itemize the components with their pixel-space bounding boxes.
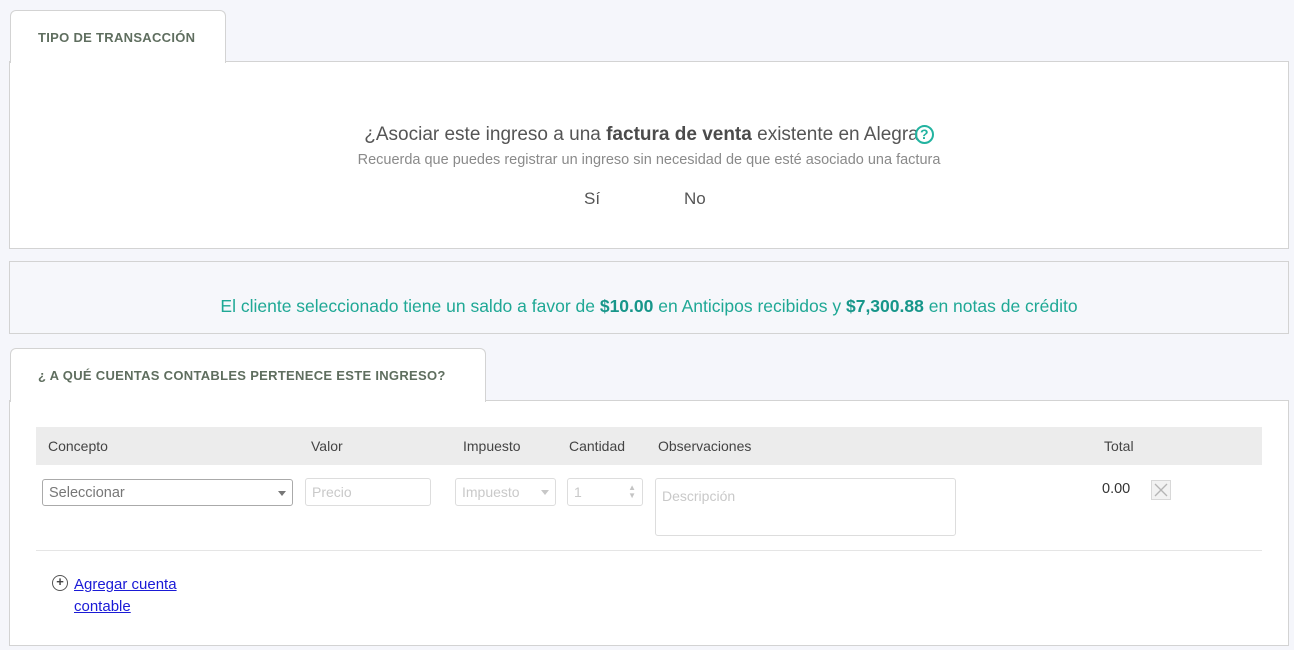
quantity-stepper[interactable]: 1 ▲ ▼ [567,478,643,506]
header-cantidad: Cantidad [569,438,626,454]
option-no[interactable]: No [684,189,706,209]
header-observaciones: Observaciones [658,438,752,454]
header-total: Total [1104,438,1134,454]
chevron-down-icon [278,491,286,496]
header-valor: Valor [311,438,343,454]
advance-balance-amount: $10.00 [599,296,654,316]
impuesto-select[interactable]: Impuesto [455,478,556,506]
tab-tipo-de-transaccion[interactable]: TIPO DE TRANSACCIÓN [10,10,226,63]
divider [36,550,1262,551]
delete-row-button[interactable] [1151,480,1171,500]
client-balance-message: El cliente seleccionado tiene un saldo a… [220,296,1078,316]
tab-cuentas-contables[interactable]: ¿ A QUÉ CUENTAS CONTABLES PERTENECE ESTE… [10,348,486,402]
association-question: ¿Asociar este ingreso a una factura de v… [10,124,1288,146]
price-input[interactable]: Precio [305,478,431,506]
tab-label: ¿ A QUÉ CUENTAS CONTABLES PERTENECE ESTE… [38,368,446,383]
invoice-type-emphasis: factura de venta [606,124,752,145]
close-icon [1154,483,1168,497]
help-icon[interactable]: ? [914,125,934,144]
header-concepto: Concepto [48,438,108,454]
header-impuesto: Impuesto [463,438,521,454]
credit-notes-amount: $7,300.88 [845,296,924,316]
plus-circle-icon[interactable]: + [52,575,68,591]
option-yes[interactable]: Sí [584,189,600,209]
chevron-down-icon [541,490,549,495]
transaction-type-panel: ¿Asociar este ingreso a una factura de v… [9,61,1289,249]
table-header: Concepto Valor Impuesto Cantidad Observa… [36,427,1262,465]
association-hint: Recuerda que puedes registrar un ingreso… [357,152,941,168]
row-total: 0.00 [1102,481,1131,497]
spinner-arrows-icon[interactable]: ▲ ▼ [628,484,636,500]
client-balance-panel: El cliente seleccionado tiene un saldo a… [9,261,1289,334]
accounts-panel: Concepto Valor Impuesto Cantidad Observa… [9,400,1289,646]
description-textarea[interactable]: Descripción [655,478,956,536]
concepto-select[interactable]: Seleccionar [42,479,293,506]
add-account-link[interactable]: Agregar cuenta contable [74,574,214,618]
tab-label: TIPO DE TRANSACCIÓN [38,29,196,45]
